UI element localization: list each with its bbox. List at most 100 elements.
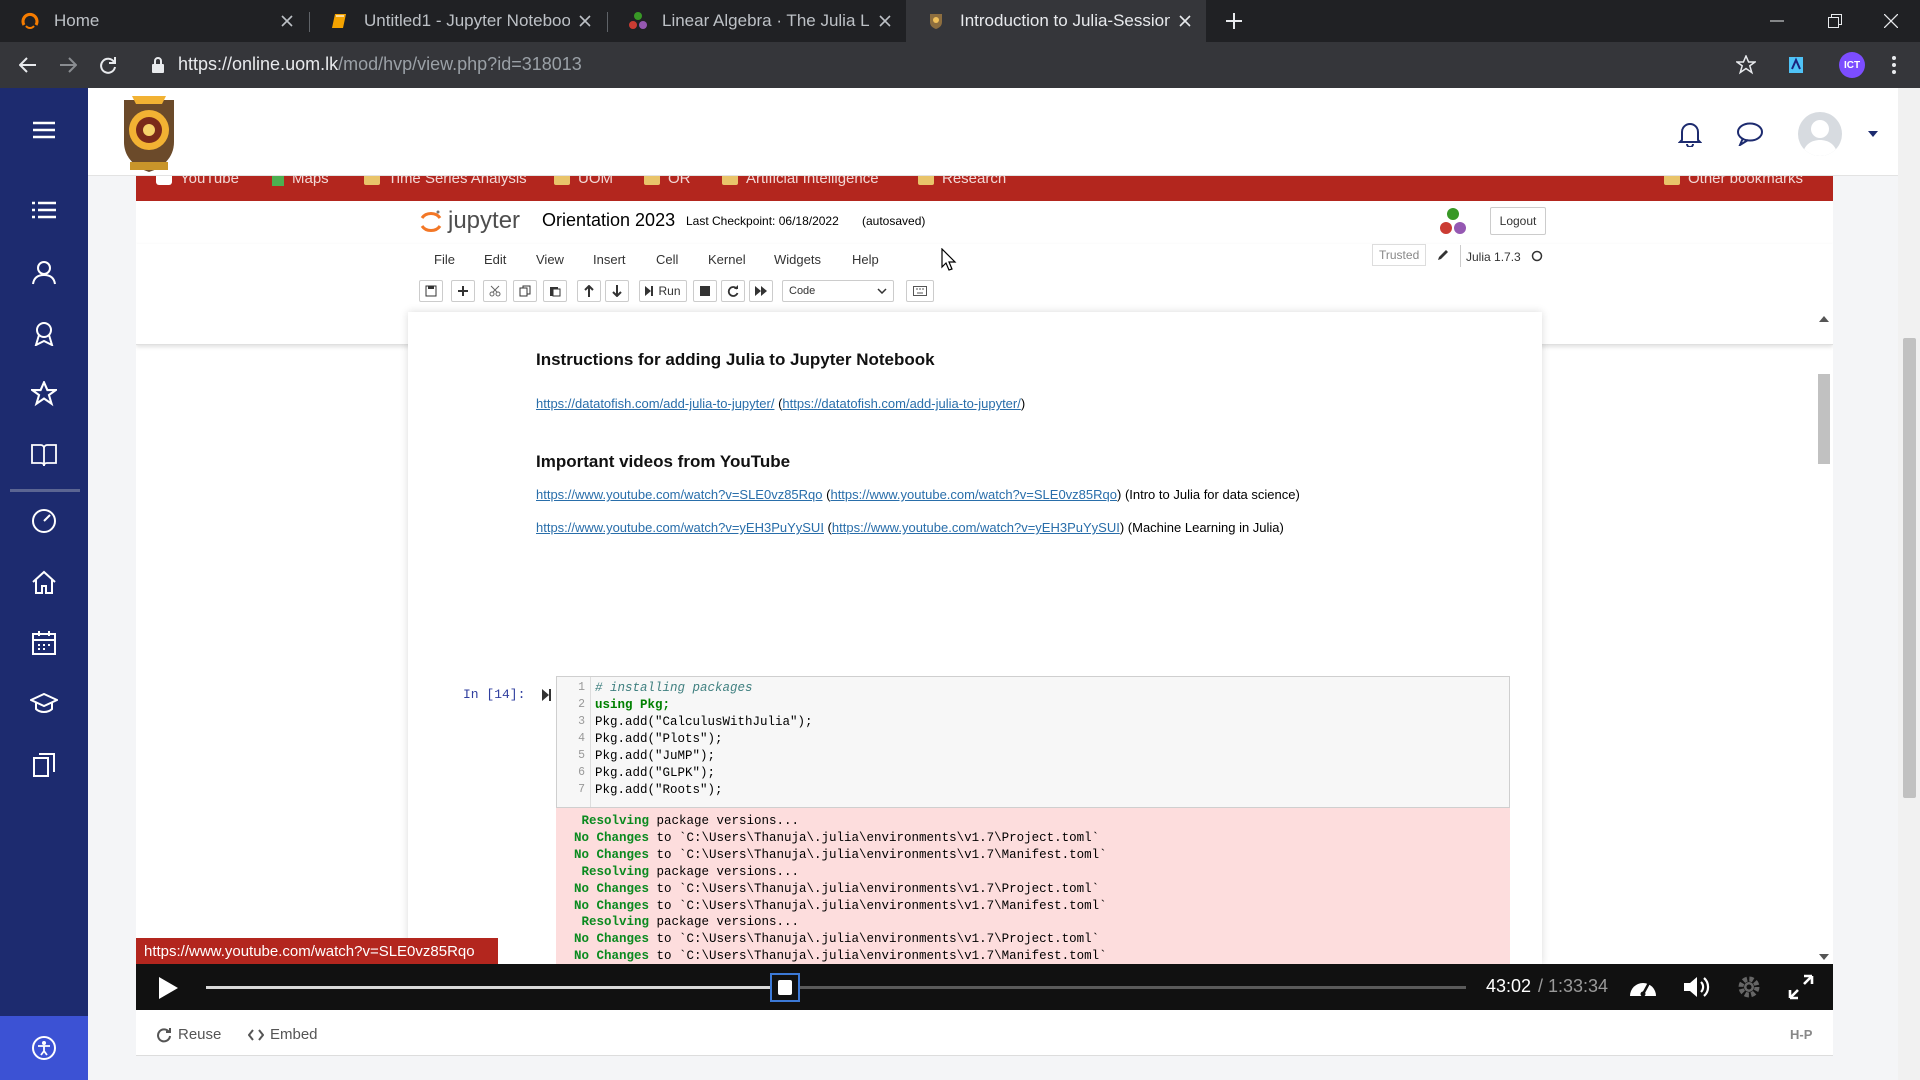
youtube-link-2-alt[interactable]: https://www.youtube.com/watch?v=yEH3PuYy… — [832, 520, 1120, 535]
scroll-up-arrow-icon[interactable] — [1819, 316, 1829, 322]
star-icon[interactable] — [24, 374, 64, 414]
badges-icon[interactable] — [24, 313, 64, 353]
university-crest-logo[interactable] — [118, 92, 180, 174]
datatofish-link-alt[interactable]: https://datatofish.com/add-julia-to-jupy… — [782, 396, 1020, 411]
list-icon[interactable] — [24, 190, 64, 230]
browser-toolbar: https://online.uom.lk/mod/hvp/view.php?i… — [0, 42, 1920, 88]
content-bank-icon[interactable] — [24, 745, 64, 785]
insert-cell-button[interactable] — [451, 280, 475, 302]
cell-type-select[interactable]: Code — [782, 280, 894, 302]
move-down-button[interactable] — [605, 280, 629, 302]
notebook-name[interactable]: Orientation 2023 — [542, 210, 675, 231]
close-icon[interactable] — [272, 6, 302, 36]
fullscreen-icon[interactable] — [1788, 974, 1814, 1000]
restart-kernel-button[interactable] — [721, 280, 745, 302]
messages-icon[interactable] — [1730, 114, 1770, 154]
menu-cell[interactable]: Cell — [656, 252, 678, 267]
move-up-button[interactable] — [577, 280, 601, 302]
datatofish-link[interactable]: https://datatofish.com/add-julia-to-jupy… — [536, 396, 774, 411]
logout-button[interactable]: Logout — [1490, 207, 1546, 235]
tab-linear-algebra[interactable]: Linear Algebra · The Julia Langua — [608, 0, 906, 42]
youtube-link-1-alt[interactable]: https://www.youtube.com/watch?v=SLE0vz85… — [830, 487, 1117, 502]
link-description: (Machine Learning in Julia) — [1124, 520, 1284, 535]
scroll-down-arrow-icon[interactable] — [1819, 954, 1829, 960]
trusted-indicator[interactable]: Trusted — [1372, 244, 1427, 266]
code-line: Pkg.add("GLPK"); — [595, 766, 716, 780]
menu-insert[interactable]: Insert — [593, 252, 626, 267]
embed-button[interactable]: Embed — [248, 1026, 318, 1043]
copy-button[interactable] — [513, 280, 537, 302]
notebook-container[interactable]: Instructions for adding Julia to Jupyter… — [408, 312, 1542, 964]
reload-button[interactable] — [92, 49, 124, 81]
back-button[interactable] — [12, 49, 44, 81]
notifications-bell-icon[interactable] — [1670, 114, 1710, 154]
tab-home[interactable]: Home — [0, 0, 308, 42]
book-open-icon[interactable] — [24, 435, 64, 475]
accessibility-icon — [32, 1036, 56, 1060]
browser-menu-icon[interactable] — [1878, 49, 1910, 81]
page-scrollbar-thumb[interactable] — [1903, 338, 1916, 798]
menu-file[interactable]: File — [434, 252, 455, 267]
profile-label: ICT — [1839, 52, 1865, 78]
user-menu-chevron-down-icon[interactable] — [1862, 114, 1884, 154]
notebook-scrollbar[interactable] — [1814, 314, 1833, 962]
play-icon[interactable] — [156, 976, 180, 1000]
close-icon[interactable] — [870, 6, 900, 36]
run-button[interactable]: Run — [639, 280, 687, 302]
menu-edit[interactable]: Edit — [484, 252, 506, 267]
volume-icon[interactable] — [1683, 975, 1711, 999]
restore-button[interactable] — [1806, 0, 1864, 42]
status-url-tooltip: https://www.youtube.com/watch?v=SLE0vz85… — [136, 938, 498, 964]
menu-view[interactable]: View — [536, 252, 564, 267]
run-cell-icon[interactable] — [542, 689, 552, 701]
forward-button[interactable] — [52, 49, 84, 81]
home-icon[interactable] — [24, 562, 64, 602]
tab-jupyter-untitled[interactable]: Untitled1 - Jupyter Notebook — [310, 0, 606, 42]
user-avatar[interactable] — [1798, 112, 1842, 156]
cell-input-prompt: In [14]: — [463, 687, 526, 702]
graduation-cap-icon[interactable] — [24, 684, 64, 724]
playback-rate-gauge-icon[interactable] — [1628, 974, 1658, 1000]
minimize-button[interactable] — [1748, 0, 1806, 42]
extension-icon[interactable] — [1780, 49, 1812, 81]
menu-help[interactable]: Help — [852, 252, 879, 267]
settings-gear-icon[interactable] — [1736, 974, 1762, 1000]
code-line: using Pkg; — [595, 698, 671, 712]
dashboard-icon[interactable] — [24, 501, 64, 541]
reuse-refresh-icon — [157, 1027, 171, 1042]
interrupt-kernel-button[interactable] — [693, 280, 717, 302]
command-palette-button[interactable] — [906, 280, 934, 302]
folder-icon — [722, 176, 738, 185]
close-window-button[interactable] — [1862, 0, 1920, 42]
code-cell-editor[interactable]: 1 2 3 4 5 6 7 # installing packages usin… — [556, 676, 1510, 808]
h5p-logo[interactable]: H-P — [1790, 1027, 1812, 1042]
heading-julia-instructions: Instructions for adding Julia to Jupyter… — [536, 350, 935, 369]
cut-button[interactable] — [483, 280, 507, 302]
participants-icon[interactable] — [24, 252, 64, 292]
address-bar[interactable]: https://online.uom.lk/mod/hvp/view.php?i… — [178, 54, 582, 75]
tab-introduction-to-julia[interactable]: Introduction to Julia-Session Rec — [906, 0, 1206, 42]
pencil-icon[interactable] — [1436, 248, 1450, 262]
seek-handle[interactable] — [769, 973, 800, 1002]
h5p-video-frame[interactable]: YouTube Maps Time Series Analysis UOM OR… — [136, 176, 1833, 964]
calendar-icon[interactable] — [24, 623, 64, 663]
bookmark-star-icon[interactable] — [1730, 49, 1762, 81]
profile-avatar-button[interactable]: ICT — [1836, 49, 1868, 81]
new-tab-button[interactable] — [1214, 0, 1254, 42]
menu-icon[interactable] — [24, 110, 64, 150]
youtube-link-2[interactable]: https://www.youtube.com/watch?v=yEH3PuYy… — [536, 520, 824, 535]
restart-run-all-button[interactable] — [749, 280, 773, 302]
menu-kernel[interactable]: Kernel — [708, 252, 746, 267]
seek-bar[interactable] — [206, 973, 1466, 1002]
code-comment: # installing packages — [595, 681, 753, 695]
menu-widgets[interactable]: Widgets — [774, 252, 821, 267]
close-icon[interactable] — [1170, 6, 1200, 36]
paste-button[interactable] — [543, 280, 567, 302]
youtube-link-1[interactable]: https://www.youtube.com/watch?v=SLE0vz85… — [536, 487, 823, 502]
close-icon[interactable] — [570, 6, 600, 36]
notebook-scrollbar-thumb[interactable] — [1818, 374, 1830, 464]
save-button[interactable] — [419, 280, 443, 302]
lock-icon[interactable] — [142, 49, 174, 81]
accessibility-button[interactable] — [0, 1016, 88, 1080]
reuse-button[interactable]: Reuse — [156, 1026, 221, 1043]
